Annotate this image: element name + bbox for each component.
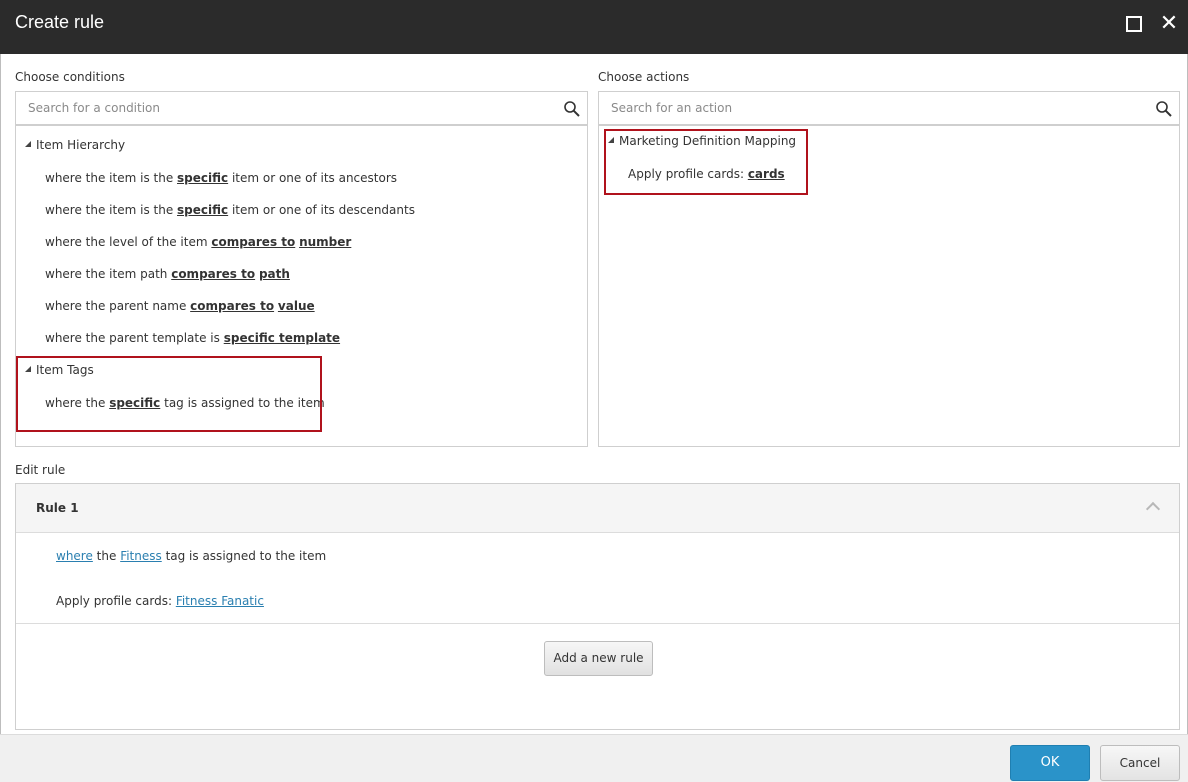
- title-bar: Create rule ✕: [0, 0, 1188, 54]
- rule-header[interactable]: Rule 1: [16, 484, 1179, 533]
- condition-item[interactable]: where the parent name compares to value: [45, 299, 315, 313]
- rule-link-profile-card[interactable]: Fitness Fanatic: [176, 594, 264, 608]
- add-new-rule-button[interactable]: Add a new rule: [544, 641, 653, 676]
- highlight-box-item-tags: [16, 356, 322, 432]
- dialog-title: Create rule: [15, 12, 105, 32]
- condition-item[interactable]: where the item path compares to path: [45, 267, 290, 281]
- condition-search-placeholder: Search for a condition: [28, 101, 161, 115]
- condition-group-item-hierarchy[interactable]: Item Hierarchy: [25, 138, 125, 152]
- maximize-icon[interactable]: [1126, 16, 1142, 32]
- rule-editor: Rule 1 where the Fitness tag is assigned…: [15, 483, 1180, 730]
- rule-link-where[interactable]: where: [56, 549, 93, 563]
- cancel-button[interactable]: Cancel: [1100, 745, 1180, 781]
- rule-name: Rule 1: [36, 501, 79, 515]
- rule-condition: where the Fitness tag is assigned to the…: [56, 549, 327, 563]
- actions-label: Choose actions: [598, 70, 690, 84]
- rule-link-tag[interactable]: Fitness: [120, 549, 162, 563]
- condition-item[interactable]: where the parent template is specific te…: [45, 331, 340, 345]
- condition-item[interactable]: where the level of the item compares to …: [45, 235, 351, 249]
- conditions-label: Choose conditions: [15, 70, 125, 84]
- action-search-placeholder: Search for an action: [611, 101, 733, 115]
- close-icon[interactable]: ✕: [1158, 12, 1180, 36]
- condition-item[interactable]: where the item is the specific item or o…: [45, 171, 397, 185]
- collapse-triangle-icon[interactable]: [25, 141, 31, 147]
- highlight-box-marketing-mapping: [604, 129, 808, 195]
- dialog-footer: OK Cancel: [0, 734, 1188, 782]
- search-icon[interactable]: [1155, 100, 1173, 118]
- condition-search-input[interactable]: Search for a condition: [15, 91, 588, 125]
- edit-rule-label: Edit rule: [15, 463, 66, 477]
- chevron-up-icon[interactable]: [1145, 501, 1161, 517]
- action-search-input[interactable]: Search for an action: [598, 91, 1180, 125]
- search-icon[interactable]: [563, 100, 581, 118]
- ok-button[interactable]: OK: [1010, 745, 1090, 781]
- rule-action: Apply profile cards: Fitness Fanatic: [56, 594, 264, 608]
- rule-body: where the Fitness tag is assigned to the…: [16, 533, 1179, 624]
- condition-item[interactable]: where the item is the specific item or o…: [45, 203, 415, 217]
